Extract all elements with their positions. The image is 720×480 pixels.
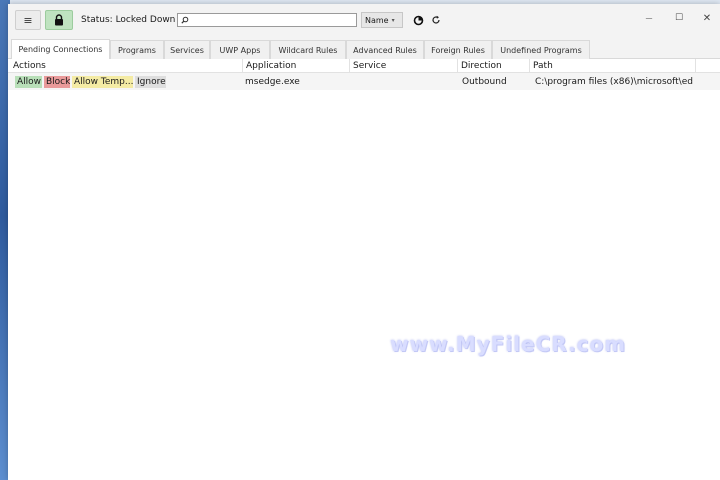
column-header-extra: [695, 59, 720, 73]
toolbar: ≡ Status: Locked Down Name ▾ — ☐ ✕: [8, 4, 720, 36]
maximize-button[interactable]: ☐: [664, 8, 694, 28]
column-header-path[interactable]: Path: [529, 59, 695, 73]
app-window: ≡ Status: Locked Down Name ▾ — ☐ ✕ Pendi…: [8, 4, 720, 480]
cell-path: C:\program files (x86)\microsoft\ed: [535, 77, 693, 87]
maximize-icon: ☐: [674, 13, 684, 23]
chevron-down-icon: ▾: [391, 16, 395, 24]
column-header-service[interactable]: Service: [349, 59, 457, 73]
column-header-application[interactable]: Application: [242, 59, 349, 73]
lock-icon: [55, 14, 63, 26]
column-header-actions[interactable]: Actions: [8, 59, 242, 73]
refresh-button[interactable]: [429, 13, 443, 27]
tab-bar: Pending Connections Programs Services UW…: [8, 36, 720, 59]
sync-icon: [413, 15, 423, 25]
tab-undefined-programs[interactable]: Undefined Programs: [492, 40, 590, 59]
tab-services[interactable]: Services: [164, 40, 210, 59]
search-box[interactable]: [177, 13, 357, 27]
sort-dropdown-value: Name: [365, 15, 389, 25]
allow-button[interactable]: Allow: [15, 76, 42, 88]
hamburger-icon: ≡: [23, 13, 33, 27]
tab-wildcard-rules[interactable]: Wildcard Rules: [270, 40, 346, 59]
tab-uwp-apps[interactable]: UWP Apps: [210, 40, 270, 59]
sync-button[interactable]: [411, 13, 425, 27]
refresh-icon: [432, 15, 440, 24]
close-button[interactable]: ✕: [692, 8, 720, 28]
column-header-direction[interactable]: Direction: [457, 59, 529, 73]
ignore-button[interactable]: Ignore: [135, 76, 166, 88]
cell-service: [352, 76, 452, 88]
sort-dropdown[interactable]: Name ▾: [361, 12, 403, 28]
minimize-button[interactable]: —: [634, 8, 664, 28]
search-icon: [181, 16, 189, 24]
search-input[interactable]: [189, 15, 352, 25]
tab-advanced-rules[interactable]: Advanced Rules: [346, 40, 424, 59]
close-icon: ✕: [702, 12, 712, 24]
menu-button[interactable]: ≡: [15, 10, 41, 30]
tab-pending-connections[interactable]: Pending Connections: [11, 39, 110, 59]
cell-direction: Outbound: [462, 77, 507, 87]
allow-temporarily-button[interactable]: Allow Temp...: [72, 76, 133, 88]
table-row[interactable]: Allow Block Allow Temp... Ignore msedge.…: [8, 73, 720, 90]
tab-programs[interactable]: Programs: [110, 40, 164, 59]
cell-application: msedge.exe: [245, 77, 300, 87]
tab-foreign-rules[interactable]: Foreign Rules: [424, 40, 492, 59]
lock-mode-button[interactable]: [45, 10, 73, 30]
minimize-icon: —: [645, 14, 653, 22]
table-header: Actions Application Service Direction Pa…: [8, 59, 720, 73]
block-button[interactable]: Block: [44, 76, 70, 88]
watermark-text: www.MyFileCR.com: [390, 332, 627, 356]
status-label: Status: Locked Down: [81, 15, 176, 25]
